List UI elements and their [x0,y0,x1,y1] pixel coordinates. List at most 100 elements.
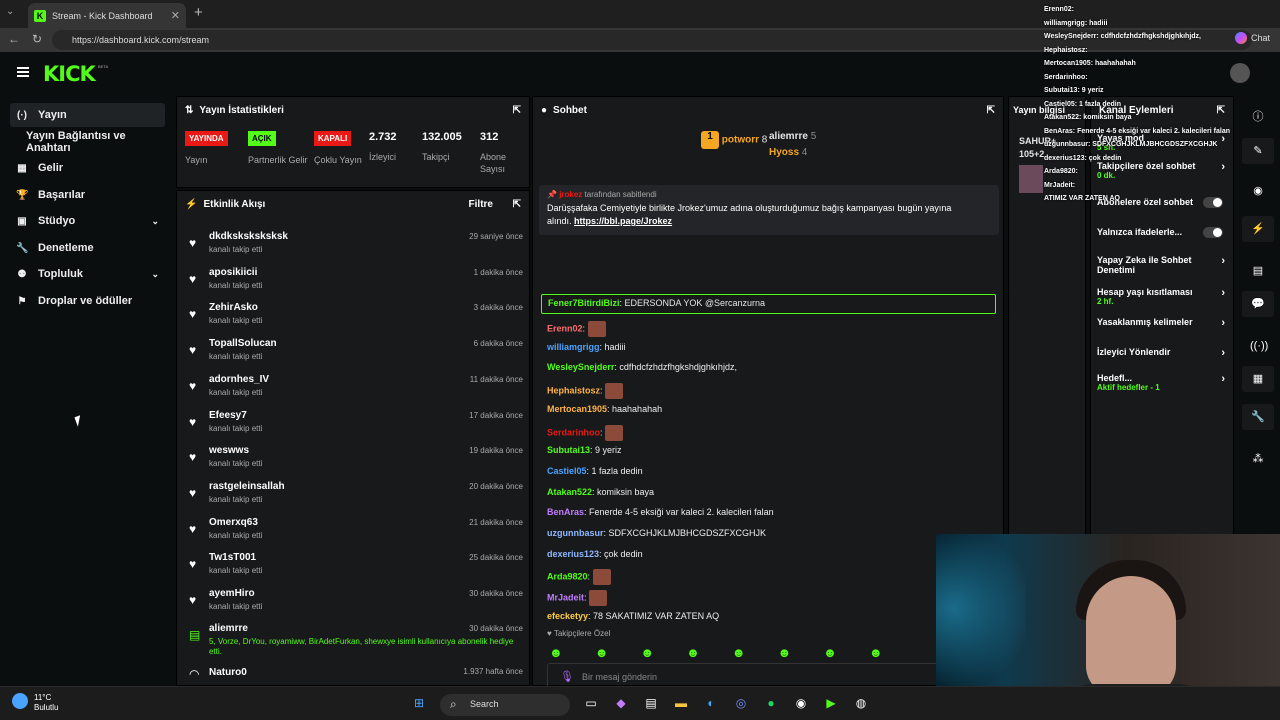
sidebar-item-moderation[interactable]: 🔧 Denetleme [10,236,165,260]
activity-user[interactable]: weswws [209,445,249,456]
chat-user[interactable]: MrJadeit [547,592,584,602]
chat-user[interactable]: Serdarinhoo [547,427,600,437]
heart-icon: ♥ [189,593,197,607]
back-icon[interactable]: ← [8,32,20,46]
activity-header: ⚡ Etkinlik Akışı Filtre ⇱ [177,191,529,217]
sidebar-item-community[interactable]: ⚉ Topluluk ⌄ [10,262,165,286]
activity-user[interactable]: ayemHiro [209,588,255,599]
layout-icon[interactable]: ▦ [1242,366,1274,392]
popout-icon[interactable]: ⇱ [987,105,995,116]
tab-list-icon[interactable]: ⌄ [6,6,14,17]
chat-user[interactable]: WesleySnejderr [547,362,614,372]
obs-icon[interactable]: ◍ [852,696,870,714]
action-item[interactable]: Yasaklanmış kelimeler › [1097,317,1231,329]
emote-icon[interactable]: ☻ [777,645,791,660]
menu-icon[interactable] [17,67,29,77]
chat-user[interactable]: Castiel05 [547,466,587,476]
sidebar-item-studio[interactable]: ▣ Stüdyo ⌄ [10,209,165,233]
mic-icon[interactable]: 🎙 [560,670,574,683]
spotify-icon[interactable]: ● [762,696,780,714]
store-icon[interactable]: ▤ [642,696,660,714]
browser-tab[interactable]: K Stream - Kick Dashboard ✕ [28,3,186,28]
sidebar-item-achievements[interactable]: 🏆 Başarılar [10,183,165,207]
activity-user[interactable]: TopallSolucan [209,338,277,349]
chat-user[interactable]: Arda9820 [547,572,588,582]
windows-start-icon[interactable]: ⊞ [410,696,428,714]
popout-icon[interactable]: ⇱ [513,199,521,210]
heart-icon: ♥ [189,343,197,358]
emote-icon[interactable]: ☻ [732,645,746,660]
apps-icon[interactable]: ⁂ [1250,452,1266,465]
discord-icon[interactable]: ◎ [732,696,750,714]
chat-text: : [600,426,603,437]
edge-icon[interactable]: ◐ [702,696,720,714]
activity-sub: kanalı takip etti [209,352,263,362]
sidebar-item-revenue[interactable]: ▦ Gelir [10,156,165,180]
chat-user[interactable]: Mertocan1905 [547,404,607,414]
chevron-right-icon: › [1221,287,1225,299]
chat-user[interactable]: Hephaistosz [547,385,600,395]
chat-user[interactable]: williamgrigg [547,342,600,352]
gift-icon: ▤ [189,628,201,642]
emote-icon[interactable]: ☻ [595,645,609,660]
emote-icon[interactable]: ☻ [823,645,837,660]
steam-icon[interactable]: ◉ [792,696,810,714]
heart-icon: ♥ [189,414,197,429]
close-tab-icon[interactable]: ✕ [171,9,180,22]
action-item[interactable]: İzleyici Yönlendir › [1097,347,1231,359]
activity-user[interactable]: rastgeleinsallah [209,481,285,492]
chevron-right-icon: › [1221,373,1225,385]
new-tab-icon[interactable]: + [194,4,203,21]
broadcast-icon[interactable]: ((·)) [1250,340,1268,352]
chat-user[interactable]: Subutai13 [547,445,590,455]
chat-user[interactable]: Atakan522 [547,487,592,497]
emote-image [589,590,608,607]
kick-app-icon[interactable]: ▶ [822,696,840,714]
taskbar-search[interactable]: Search [440,694,570,716]
task-view-icon[interactable]: ▭ [582,696,600,714]
pin-link[interactable]: https://bbl.page/Jrokez [574,216,672,226]
sidebar-item-drops[interactable]: ⚑ Droplar ve ödüller [10,289,165,313]
wrench-icon[interactable]: 🔧 [1242,404,1274,430]
action-item[interactable]: Hesap yaşı kısıtlaması 2 hf. › [1097,287,1231,306]
filter-button[interactable]: Filtre [469,199,493,210]
emote-icon[interactable]: ☻ [640,645,654,660]
kick-logo[interactable]: KICK [43,62,96,86]
activity-user[interactable]: Naturo0 [209,667,247,678]
notes-icon[interactable]: ▤ [1250,264,1266,277]
popout-icon[interactable]: ⇱ [513,105,521,116]
activity-user[interactable]: Tw1sT001 [209,552,256,563]
chat-user[interactable]: efecketyy [547,611,588,621]
weather-widget[interactable]: 11°C Bulutlu [12,693,58,713]
activity-user[interactable]: ZehirAsko [209,302,258,313]
sidebar-item-stream[interactable]: (·) Yayın [10,103,165,127]
activity-user[interactable]: Omerxq63 [209,517,258,528]
emote-icon[interactable]: ☻ [869,645,883,660]
search-label: Search [470,699,499,709]
activity-user[interactable]: dkdksksksksksk [209,231,288,242]
gift-user[interactable]: aliemrre [209,623,248,634]
reload-icon[interactable]: ↻ [32,32,42,46]
emote-icon[interactable]: ☻ [686,645,700,660]
chat-user[interactable]: BenAras [547,507,584,517]
toggle-switch[interactable] [1203,227,1223,238]
chat-user[interactable]: Fener7BitirdiBizi [548,298,620,308]
sidebar-item-stream-key[interactable]: Yayın Bağlantısı ve Anahtarı [10,130,165,154]
bolt-icon[interactable]: ⚡ [1242,216,1274,242]
chat-user[interactable]: uzgunnbasur [547,528,604,538]
activity-user[interactable]: aposikiicii [209,267,257,278]
chat-user[interactable]: Erenn02 [547,323,583,333]
action-item[interactable]: Hedefl... Aktif hedefler - 1 › [1097,373,1231,392]
chat-user[interactable]: dexerius123 [547,549,599,559]
chat-bubble-icon[interactable]: 💬 [1242,291,1274,317]
activity-user[interactable]: Efeesy7 [209,410,247,421]
action-item[interactable]: Yapay Zeka ile Sohbet Denetimi › [1097,255,1231,275]
copilot-icon[interactable]: ◆ [612,696,630,714]
chat-header: ● Sohbet ⇱ [533,97,1003,123]
activity-user[interactable]: adornhes_IV [209,374,269,385]
action-item[interactable]: Yalnızca ifadelerle... [1097,227,1231,238]
folder-icon[interactable]: ▬ [672,696,690,714]
action-label: İzleyici Yönlendir [1097,347,1171,357]
emote-icon[interactable]: ☻ [549,645,563,660]
stream-icon: (·) [17,109,27,121]
